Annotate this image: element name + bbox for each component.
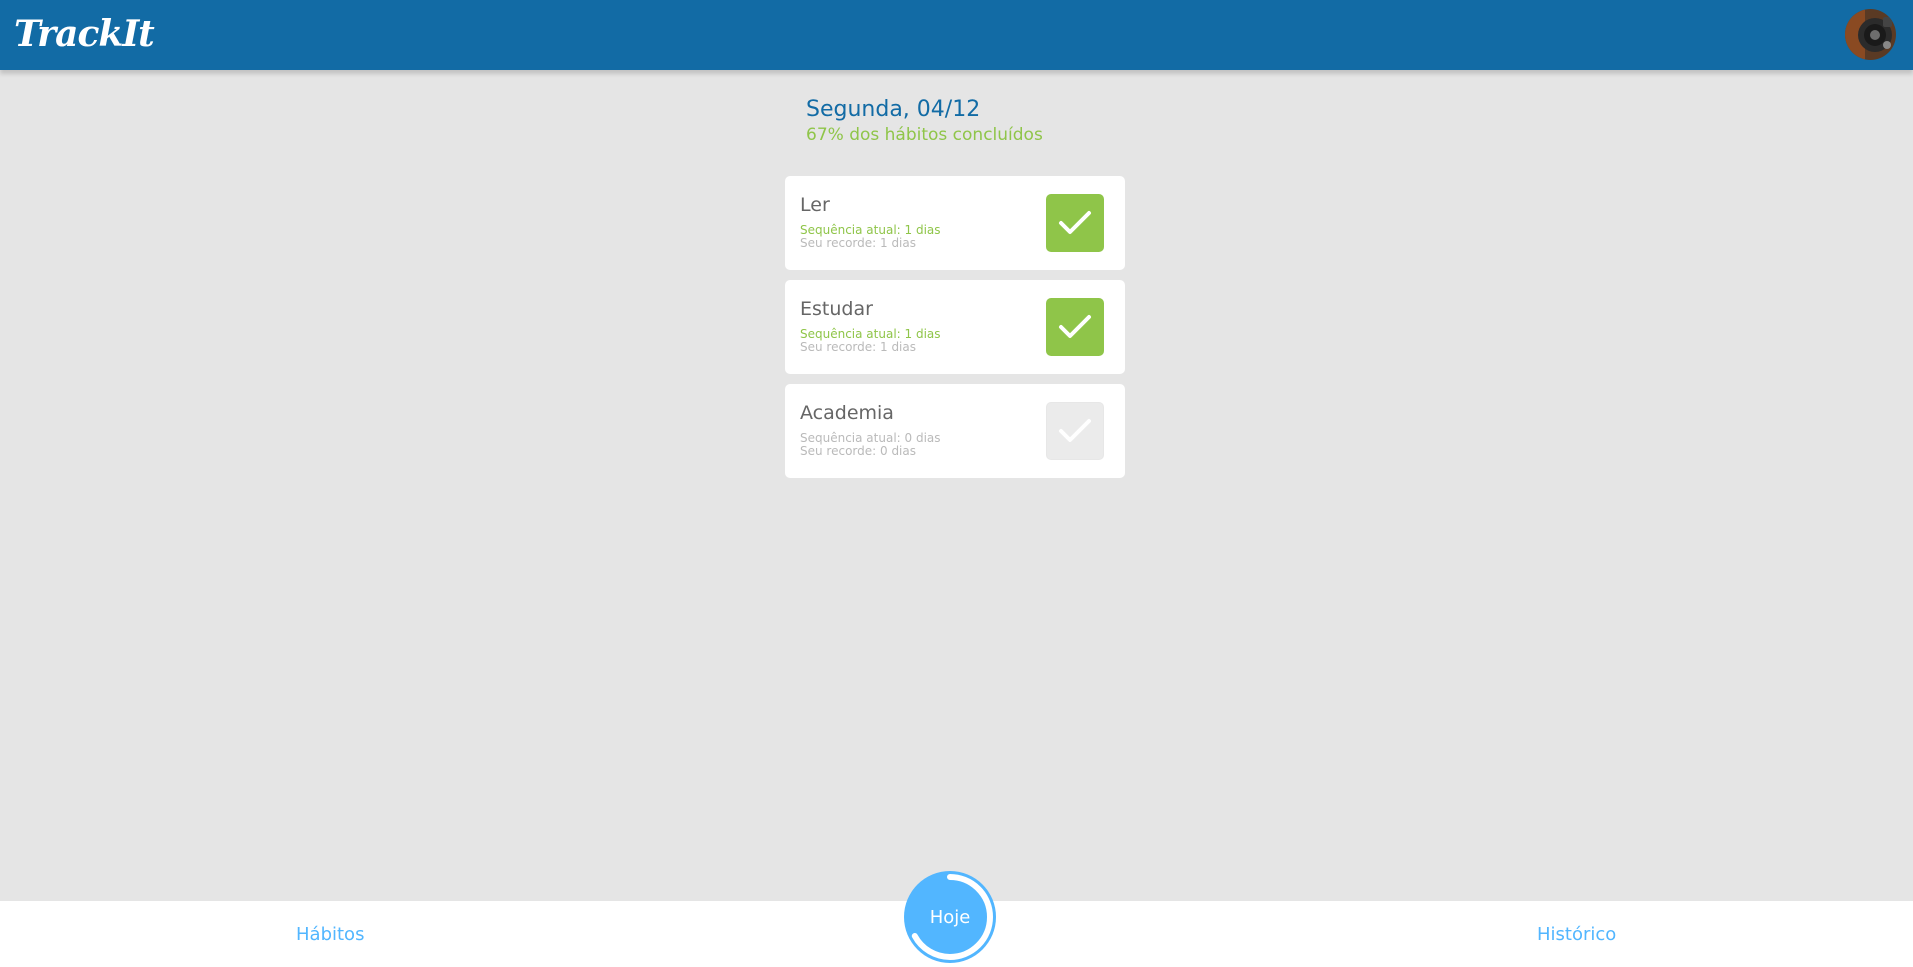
user-avatar[interactable] [1845, 9, 1896, 60]
habit-current-streak: Sequência atual: 0 dias [800, 431, 941, 445]
app-logo: TrackIt [14, 13, 155, 55]
habit-list: Ler Sequência atual: 1 dias Seu recorde:… [785, 176, 1125, 488]
check-icon [1059, 419, 1091, 442]
habit-check-button[interactable] [1046, 298, 1104, 356]
habit-record: Seu recorde: 1 dias [800, 236, 916, 250]
habit-card: Estudar Sequência atual: 1 dias Seu reco… [785, 280, 1125, 374]
habit-check-button[interactable] [1046, 402, 1104, 460]
habit-card: Academia Sequência atual: 0 dias Seu rec… [785, 384, 1125, 478]
today-label: Hoje [929, 906, 971, 928]
progress-subtitle: 67% dos hábitos concluídos [806, 125, 1043, 145]
habit-current-streak: Sequência atual: 1 dias [800, 327, 941, 341]
page-title: Segunda, 04/12 [806, 97, 981, 122]
habit-record: Seu recorde: 1 dias [800, 340, 916, 354]
avatar-photo-icon [1845, 9, 1896, 60]
check-icon [1059, 211, 1091, 234]
top-bar: TrackIt [0, 0, 1913, 70]
today-summary: Segunda, 04/12 67% dos hábitos concluído… [806, 96, 1206, 146]
habit-name: Estudar [800, 298, 873, 320]
habit-card: Ler Sequência atual: 1 dias Seu recorde:… [785, 176, 1125, 270]
nav-history-link[interactable]: Histórico [1537, 924, 1616, 946]
habit-name: Ler [800, 194, 830, 216]
today-button[interactable]: Hoje [904, 871, 996, 963]
nav-habits-link[interactable]: Hábitos [296, 924, 364, 946]
habit-current-streak: Sequência atual: 1 dias [800, 223, 941, 237]
check-icon [1059, 315, 1091, 338]
habit-name: Academia [800, 402, 894, 424]
habit-record: Seu recorde: 0 dias [800, 444, 916, 458]
habit-check-button[interactable] [1046, 194, 1104, 252]
